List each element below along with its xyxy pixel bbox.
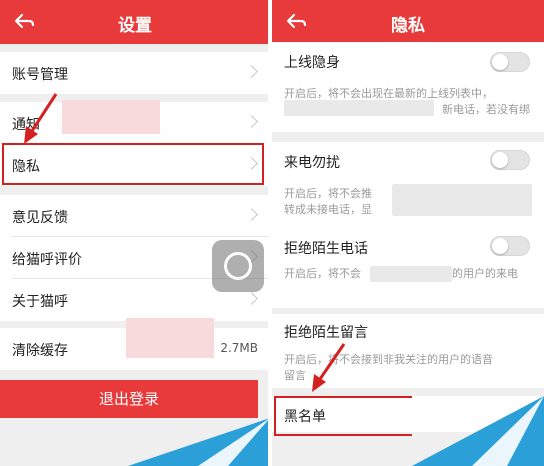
chevron-right-icon [245,292,258,305]
highlight-box [274,396,412,436]
privacy-item-label: 拒绝陌生留言 [284,325,368,341]
privacy-item-label: 上线隐身 [284,55,340,71]
circle-icon [224,252,252,280]
highlight-box [2,143,264,185]
settings-screen: 设置 账号管理 通知 隐私 意见反馈 给猫呼评价 关于猫呼 清除缓存 2.7MB… [0,0,270,466]
redacted-area [392,184,532,216]
privacy-topbar: 隐私 [272,0,544,44]
privacy-item-desc: 新电话，若没有绑 [442,103,530,116]
settings-item-account[interactable]: 账号管理 [0,52,270,94]
page-title: 隐私 [391,16,425,36]
logout-button[interactable]: 退出登录 [0,380,258,418]
stealth-toggle[interactable] [490,52,530,72]
settings-item-label: 账号管理 [12,67,68,83]
chevron-right-icon [245,65,258,78]
privacy-item-desc: 的用户的来电 [452,267,518,280]
settings-item-label: 关于猫呼 [12,294,68,310]
privacy-screen: 隐私 上线隐身 开启后，将不会出现在最新的上线列表中， 新电话，若没有绑 来电勿… [272,0,544,466]
settings-item-label: 清除缓存 [12,343,68,359]
redacted-area [126,318,214,358]
privacy-item-label: 拒绝陌生电话 [284,241,368,257]
dnd-toggle[interactable] [490,150,530,170]
settings-item-label: 意见反馈 [12,210,68,226]
redacted-area [62,100,160,134]
toggle-knob [492,238,508,254]
privacy-item-stealth: 上线隐身 开启后，将不会出现在最新的上线列表中， 新电话，若没有绑 [272,42,544,132]
watermark-triangle-icon [412,396,544,466]
watermark-triangle-icon [128,418,270,466]
chevron-right-icon [245,208,258,221]
page-title: 设置 [118,16,152,36]
settings-topbar: 设置 [0,0,270,44]
reject-calls-toggle[interactable] [490,236,530,256]
chevron-right-icon [245,115,258,128]
cache-size: 2.7MB [220,341,258,355]
privacy-item-label: 来电勿扰 [284,155,340,171]
red-arrow-icon [312,343,346,392]
toggle-knob [492,152,508,168]
settings-item-label: 给猫呼评价 [12,252,82,268]
settings-item-feedback[interactable]: 意见反馈 [0,195,270,237]
red-arrow-icon [24,93,58,144]
redacted-area [284,100,434,116]
toggle-knob [492,54,508,70]
assistive-touch-button[interactable] [212,240,264,292]
redacted-area [370,266,452,282]
